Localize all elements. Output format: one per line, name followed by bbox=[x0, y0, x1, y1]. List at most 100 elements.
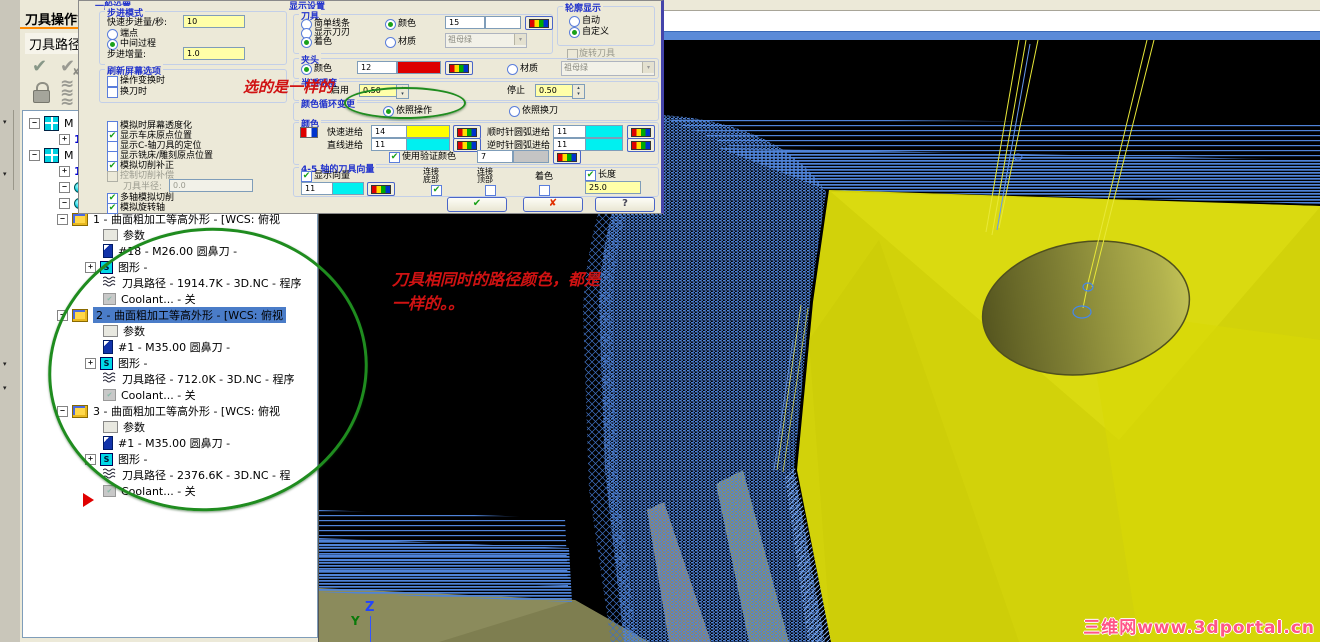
midprocess-label: 中间过程 bbox=[120, 39, 157, 49]
comp-label: 模拟切削补正 bbox=[120, 161, 175, 171]
cycle-by-tool-label: 依照换刀 bbox=[522, 106, 559, 116]
vector-length-input[interactable]: 25.0 bbox=[585, 181, 641, 194]
holder-color-swatch[interactable] bbox=[397, 61, 441, 74]
step-increment-input[interactable]: 1.0 bbox=[183, 47, 245, 60]
cw-arc-swatch[interactable] bbox=[585, 125, 623, 138]
holder-material-label: 材质 bbox=[520, 64, 539, 74]
verify-color-swatch[interactable] bbox=[513, 150, 549, 163]
linear-feed-swatch[interactable] bbox=[406, 138, 450, 151]
transparency-stop-input[interactable]: 0.50 bbox=[535, 84, 573, 97]
transparency-stop-spinner[interactable]: ▴ ▾ bbox=[572, 84, 585, 99]
linear-feed-num-input[interactable]: 11 bbox=[371, 138, 407, 151]
tool-color-swatch[interactable] bbox=[485, 16, 521, 29]
verify-color-palette[interactable] bbox=[553, 150, 581, 164]
check-icon: ✔ bbox=[32, 56, 48, 77]
sim-rotary-checkbox[interactable]: ✔ bbox=[107, 203, 118, 214]
c-axis-label: 显示C-轴刀具的定位 bbox=[120, 141, 202, 151]
cw-arc-label: 顺时针圆弧进给 bbox=[487, 128, 551, 138]
verify-color-checkbox[interactable]: ✔ bbox=[389, 152, 400, 163]
refresh-on-op-checkbox[interactable]: ✔ bbox=[107, 76, 118, 87]
rapid-feed-palette[interactable] bbox=[453, 125, 481, 139]
tool-shaded-label: 着色 bbox=[314, 37, 333, 47]
mill-origin-label: 显示铣床/雕刻原点位置 bbox=[120, 151, 214, 161]
tool-material-label: 材质 bbox=[398, 37, 417, 47]
tree-expand-toggle[interactable]: + bbox=[59, 133, 70, 145]
tree-expand-toggle[interactable]: − bbox=[29, 117, 40, 129]
gizmo-z-axis: Z bbox=[365, 600, 375, 615]
comp-control-checkbox[interactable]: ✔ bbox=[107, 171, 118, 182]
transparency-stop-label: 停止 bbox=[507, 86, 526, 96]
ccw-arc-swatch[interactable] bbox=[585, 138, 623, 151]
tool-palette-button[interactable] bbox=[525, 16, 553, 30]
ccw-arc-palette[interactable] bbox=[627, 138, 655, 152]
tree-expand-toggle[interactable]: − bbox=[59, 181, 70, 193]
ok-button[interactable]: ✔ bbox=[447, 197, 507, 212]
holder-material-dropdown[interactable]: 祖母绿 ▾ bbox=[561, 61, 655, 76]
rail-flyout-arrow[interactable]: ▾ bbox=[3, 170, 7, 178]
outline-custom-label: 自定义 bbox=[582, 27, 610, 37]
holder-color-label: 颜色 bbox=[314, 64, 333, 74]
cw-arc-num-input[interactable]: 11 bbox=[553, 125, 587, 138]
lock-icon[interactable] bbox=[33, 82, 50, 103]
holder-palette-button[interactable] bbox=[445, 61, 473, 75]
conn-bottom-checkbox[interactable]: ✔ bbox=[431, 185, 442, 196]
rapid-feed-swatch[interactable] bbox=[406, 125, 450, 138]
holder-material-radio[interactable] bbox=[507, 64, 518, 75]
vector-palette[interactable] bbox=[367, 182, 395, 196]
tool-material-radio[interactable] bbox=[385, 37, 396, 48]
rail-flyout-arrow[interactable]: ▾ bbox=[3, 384, 7, 392]
refresh-on-toolchange-checkbox[interactable]: ✔ bbox=[107, 87, 118, 98]
rapid-feed-num-input[interactable]: 14 bbox=[371, 125, 407, 138]
vector-length-checkbox[interactable]: ✔ bbox=[585, 170, 596, 181]
top-strip-beige bbox=[655, 0, 1320, 11]
tool-material-dropdown[interactable]: 祖母绿 ▾ bbox=[445, 33, 527, 48]
tab-toolpaths[interactable]: 刀具路径 bbox=[25, 33, 86, 54]
linear-feed-label: 直线进给 bbox=[327, 141, 364, 151]
holder-color-num-input[interactable]: 12 bbox=[357, 61, 397, 74]
vector-color-num-input[interactable]: 11 bbox=[301, 182, 333, 195]
select-all-ops-button[interactable]: ✔ bbox=[32, 56, 54, 78]
show-vectors-checkbox[interactable]: ✔ bbox=[301, 171, 312, 182]
tool-shaded-radio[interactable] bbox=[301, 37, 312, 48]
tool-radius-input[interactable]: 0.0 bbox=[169, 179, 253, 192]
tree-row-label: 参数 bbox=[123, 229, 145, 242]
outline-auto-radio[interactable] bbox=[569, 16, 580, 27]
top-strip-white bbox=[655, 11, 1320, 31]
outline-custom-radio[interactable] bbox=[569, 27, 580, 38]
holder-color-radio[interactable] bbox=[301, 64, 312, 75]
machine-group-icon bbox=[44, 147, 59, 163]
tool-color-label: 颜色 bbox=[398, 19, 417, 29]
cancel-button[interactable]: ✘ bbox=[523, 197, 583, 212]
tree-expand-toggle[interactable]: − bbox=[57, 213, 68, 225]
gizmo-z-line bbox=[370, 616, 371, 642]
midprocess-radio[interactable] bbox=[107, 39, 118, 50]
vector-color-swatch[interactable] bbox=[332, 182, 364, 195]
left-dock-rail: ▾ ▾ ▾ ▾ bbox=[0, 0, 21, 642]
verify-color-num-input[interactable]: 7 bbox=[477, 150, 513, 163]
rail-flyout-arrow[interactable]: ▾ bbox=[3, 360, 7, 368]
parameters-folder-icon bbox=[103, 229, 118, 241]
vector-shade-checkbox[interactable]: ✔ bbox=[539, 185, 550, 196]
tree-expand-toggle[interactable]: − bbox=[59, 197, 70, 209]
screen-fit-label: 模拟时屏幕透度化 bbox=[120, 121, 193, 131]
vector-length-label: 长度 bbox=[598, 170, 617, 180]
tool-color-radio[interactable] bbox=[385, 19, 396, 30]
machine-group-icon bbox=[44, 115, 59, 131]
conn-top-checkbox[interactable]: ✔ bbox=[485, 185, 496, 196]
tool-color-num-input[interactable]: 15 bbox=[445, 16, 485, 29]
vector-shade-label: 着色 bbox=[535, 172, 554, 182]
rapid-step-input[interactable]: 10 bbox=[183, 15, 245, 28]
tree-expand-toggle[interactable]: + bbox=[85, 261, 96, 273]
rail-flyout-arrow[interactable]: ▾ bbox=[3, 118, 7, 126]
help-button[interactable]: ? bbox=[595, 197, 655, 212]
rapid-feed-label: 快速进给 bbox=[327, 128, 364, 138]
outline-auto-label: 自动 bbox=[582, 16, 601, 26]
tree-expand-toggle[interactable]: + bbox=[59, 165, 70, 177]
tree-expand-toggle[interactable]: − bbox=[29, 149, 40, 161]
outline-title: 轮廓显示 bbox=[563, 1, 604, 14]
cycle-by-tool-radio[interactable] bbox=[509, 106, 520, 117]
rapid-step-label: 快速步进量/秒: bbox=[107, 18, 168, 28]
insert-arrow-icon[interactable] bbox=[83, 493, 94, 507]
cw-arc-palette[interactable] bbox=[627, 125, 655, 139]
conn-top-label: 连接 顶部 bbox=[477, 167, 493, 184]
